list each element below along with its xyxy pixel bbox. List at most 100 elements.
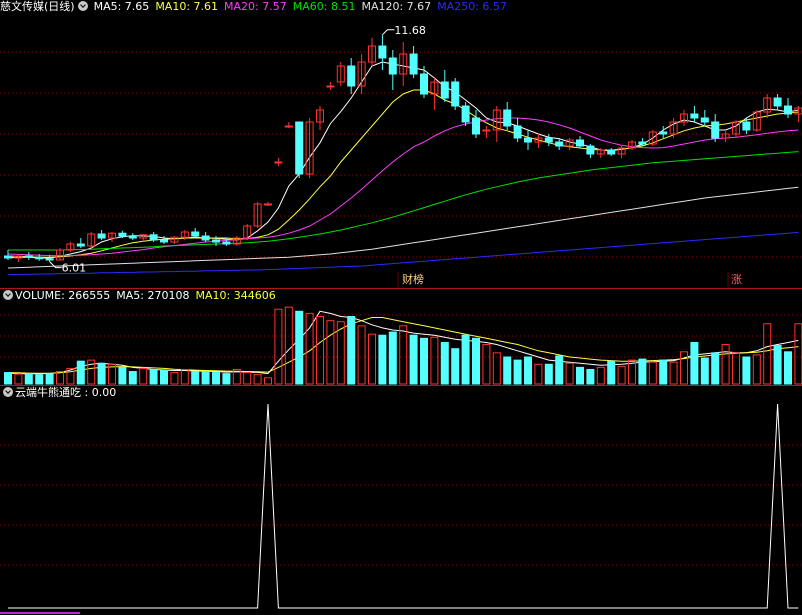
volume-bar[interactable] <box>669 361 678 385</box>
candle[interactable] <box>711 114 720 142</box>
candle[interactable] <box>680 110 688 126</box>
candle[interactable] <box>232 236 241 246</box>
volume-bar[interactable] <box>607 360 616 385</box>
candle[interactable] <box>128 233 137 240</box>
candle[interactable] <box>700 110 709 126</box>
candle[interactable] <box>14 254 23 262</box>
chevron-down-icon[interactable] <box>77 1 88 11</box>
candle[interactable] <box>576 136 584 148</box>
volume-bar[interactable] <box>784 351 792 385</box>
candle[interactable] <box>513 118 522 142</box>
volume-bar[interactable] <box>316 316 324 385</box>
volume-bar[interactable] <box>243 372 252 385</box>
volume-bar[interactable] <box>222 373 231 385</box>
volume-bar[interactable] <box>399 325 408 385</box>
volume-bar[interactable] <box>76 360 85 385</box>
volume-bar[interactable] <box>388 331 397 385</box>
volume-bar[interactable] <box>180 368 189 385</box>
volume-bar[interactable] <box>118 366 127 385</box>
candle[interactable] <box>461 102 470 126</box>
candle[interactable] <box>201 232 210 242</box>
candle[interactable] <box>763 94 772 118</box>
volume-bar[interactable] <box>690 341 699 385</box>
volume-bar[interactable] <box>14 373 23 385</box>
volume-bar[interactable] <box>659 359 668 385</box>
volume-bar[interactable] <box>732 352 740 385</box>
volume-bar[interactable] <box>472 337 480 385</box>
event-tag-finance[interactable]: 财榜 <box>401 273 425 286</box>
volume-bar[interactable] <box>544 363 553 385</box>
volume-bar[interactable] <box>440 341 449 385</box>
candle[interactable] <box>284 122 293 128</box>
candle[interactable] <box>628 140 636 150</box>
candle[interactable] <box>565 138 574 150</box>
volume-bar[interactable] <box>586 368 595 385</box>
volume-bar[interactable] <box>4 372 12 385</box>
volume-bar[interactable] <box>430 336 439 385</box>
candle[interactable] <box>472 110 480 138</box>
candle[interactable] <box>586 144 595 158</box>
candle[interactable] <box>669 118 678 138</box>
volume-bar[interactable] <box>513 359 522 385</box>
candle[interactable] <box>690 106 699 122</box>
candle[interactable] <box>492 106 501 142</box>
candle[interactable] <box>451 78 460 110</box>
volume-bar[interactable] <box>461 334 470 385</box>
volume-bar[interactable] <box>711 352 720 385</box>
volume-bar[interactable] <box>35 374 44 385</box>
candle[interactable] <box>430 78 439 110</box>
volume-bar[interactable] <box>56 371 64 385</box>
volume-bar[interactable] <box>752 354 761 385</box>
volume-bar[interactable] <box>139 367 148 385</box>
volume-bar[interactable] <box>648 361 657 385</box>
candle[interactable] <box>326 82 335 90</box>
candle[interactable] <box>336 62 345 86</box>
candle[interactable] <box>170 236 179 244</box>
volume-bar[interactable] <box>794 323 802 385</box>
volume-bar[interactable] <box>284 306 293 385</box>
volume-bar[interactable] <box>326 320 335 385</box>
candle[interactable] <box>149 232 158 242</box>
candle[interactable] <box>482 126 491 138</box>
candle[interactable] <box>503 102 512 130</box>
candle[interactable] <box>97 230 106 240</box>
candle[interactable] <box>76 238 85 248</box>
volume-bar[interactable] <box>420 337 428 385</box>
candle[interactable] <box>617 146 626 158</box>
volume-bar[interactable] <box>482 344 491 385</box>
event-tag-rise[interactable]: 涨 <box>730 273 743 286</box>
candle[interactable] <box>721 130 730 142</box>
volume-bar[interactable] <box>700 357 709 385</box>
candle[interactable] <box>295 121 304 178</box>
volume-chart[interactable] <box>0 289 802 385</box>
volume-bar[interactable] <box>368 333 376 385</box>
candle[interactable] <box>253 202 262 228</box>
candle[interactable] <box>264 202 272 206</box>
volume-bar[interactable] <box>773 345 782 385</box>
volume-bar[interactable] <box>212 372 220 385</box>
candle[interactable] <box>24 252 33 260</box>
volume-bar[interactable] <box>742 356 751 385</box>
volume-bar[interactable] <box>524 356 532 385</box>
price-panel[interactable]: 慈文传媒(日线) MA5: 7.65 MA10: 7.61 MA20: 7.57 MA6… <box>0 0 802 288</box>
candle[interactable] <box>305 118 314 178</box>
candle[interactable] <box>440 70 449 102</box>
volume-bar[interactable] <box>160 370 168 385</box>
volume-bar[interactable] <box>45 373 54 385</box>
volume-bar[interactable] <box>191 371 200 385</box>
volume-bar[interactable] <box>409 334 418 385</box>
volume-bar[interactable] <box>555 355 564 385</box>
volume-bar[interactable] <box>503 356 512 385</box>
indicator-panel[interactable]: 云端牛熊通吃 : 0.00 <box>0 386 802 615</box>
volume-bar[interactable] <box>264 377 272 385</box>
candle[interactable] <box>648 130 657 146</box>
candle[interactable] <box>347 58 356 94</box>
candle[interactable] <box>596 148 605 158</box>
candle[interactable] <box>607 148 616 156</box>
candle[interactable] <box>659 126 668 138</box>
candle[interactable] <box>773 94 782 110</box>
volume-bar[interactable] <box>128 371 137 385</box>
volume-bar[interactable] <box>534 363 543 385</box>
volume-bar[interactable] <box>357 325 366 385</box>
candle[interactable] <box>108 232 116 242</box>
